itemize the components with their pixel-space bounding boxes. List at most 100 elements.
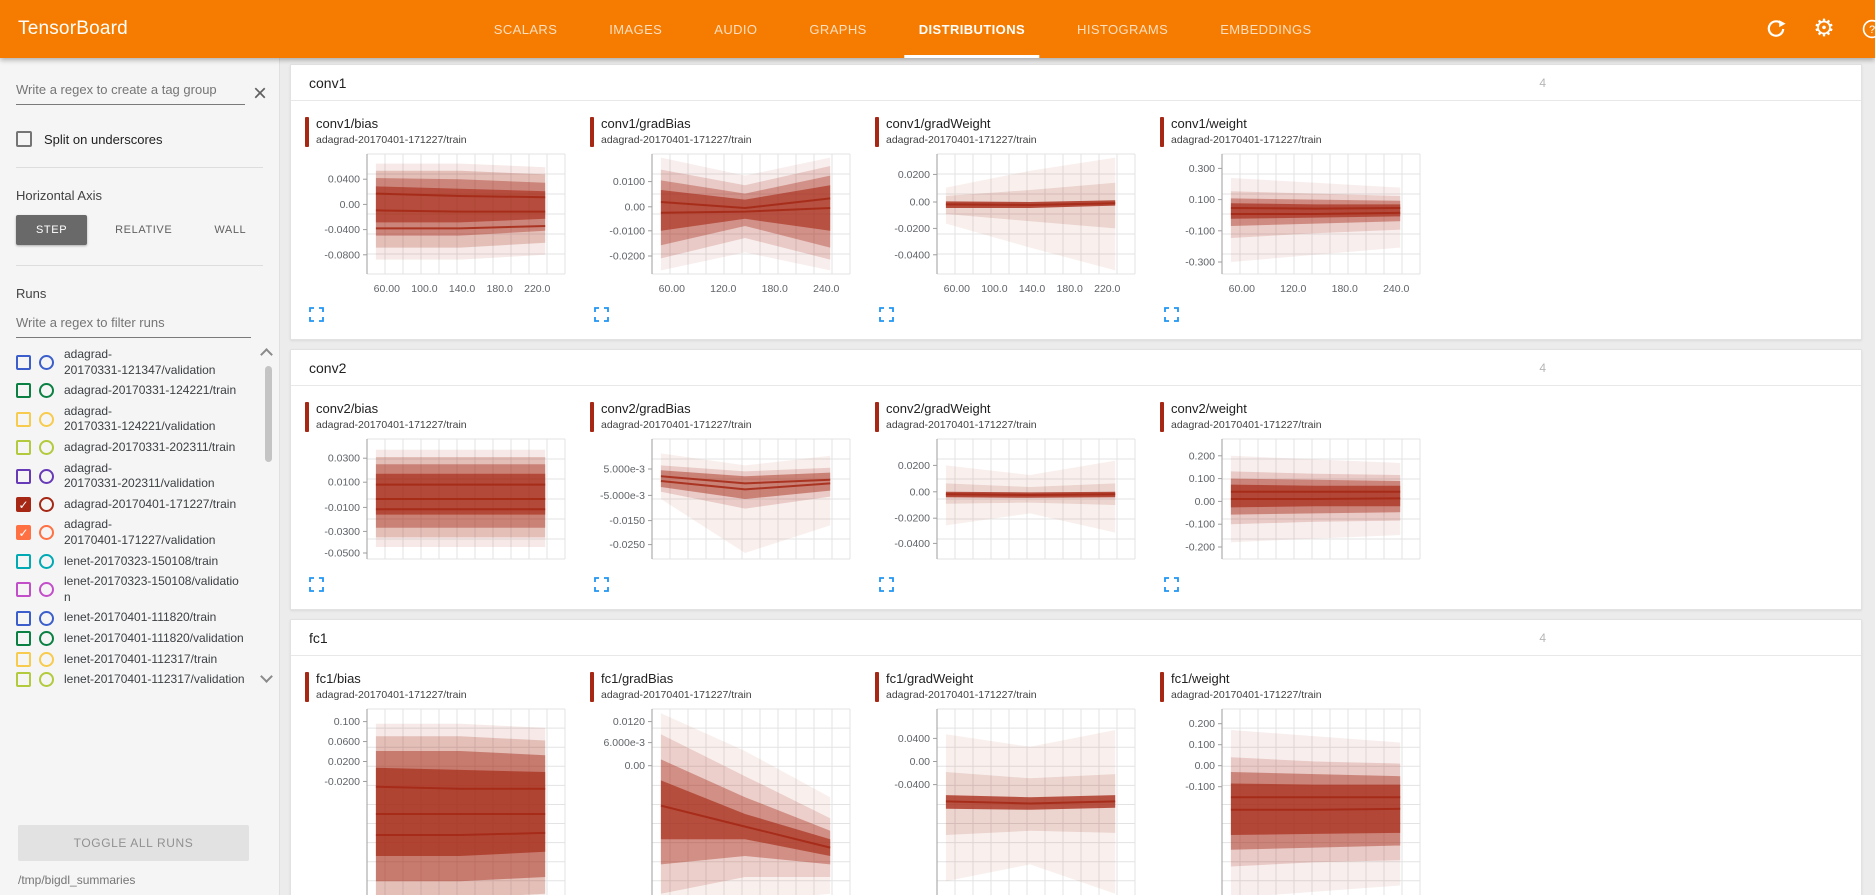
x-tick-label: 220.0 (524, 283, 550, 295)
chart-title-block: fc1/weightadagrad-20170401-171227/train (1160, 672, 1437, 702)
run-checkbox[interactable] (16, 672, 31, 687)
chart-title: conv2/bias (316, 402, 467, 417)
expand-chart-icon[interactable] (879, 307, 895, 323)
distribution-plot: 0.01206.000e-30.00 (590, 708, 856, 895)
chart-title: fc1/weight (1171, 672, 1322, 687)
expand-chart-icon[interactable] (309, 307, 325, 323)
svg-text:0.0200: 0.0200 (898, 460, 930, 472)
run-checkbox[interactable] (16, 440, 31, 455)
run-checkbox[interactable] (16, 554, 31, 569)
run-checkbox[interactable]: ✓ (16, 497, 31, 512)
run-checkbox[interactable] (16, 582, 31, 597)
charts-row: conv1/biasadagrad-20170401-171227/train0… (291, 101, 1861, 339)
section-chart-count: 4 (1539, 76, 1546, 90)
chart-run-subtitle: adagrad-20170401-171227/train (886, 419, 1037, 431)
run-item[interactable]: ✓adagrad-20170401-171227/train (16, 497, 245, 513)
run-checkbox[interactable] (16, 469, 31, 484)
svg-text:-0.0200: -0.0200 (894, 223, 930, 235)
section-header-conv1[interactable]: conv14 (291, 65, 1861, 101)
run-item[interactable]: lenet-20170323-150108/validation (16, 574, 245, 605)
tab-distributions[interactable]: DISTRIBUTIONS (893, 0, 1051, 58)
run-checkbox[interactable] (16, 383, 31, 398)
run-checkbox[interactable] (16, 611, 31, 626)
run-item[interactable]: ✓ adagrad-20170401-171227/validation (16, 517, 245, 548)
svg-text:-0.0400: -0.0400 (324, 224, 360, 236)
run-color-circle (39, 525, 54, 540)
section-header-conv2[interactable]: conv24 (291, 350, 1861, 386)
section-conv1: conv14conv1/biasadagrad-20170401-171227/… (290, 64, 1862, 340)
run-checkbox[interactable] (16, 412, 31, 427)
help-icon[interactable]: ? (1855, 12, 1875, 46)
svg-text:0.00: 0.00 (340, 199, 361, 211)
scroll-up-icon[interactable] (261, 346, 271, 356)
svg-text:-0.0400: -0.0400 (894, 249, 930, 261)
run-checkbox[interactable] (16, 652, 31, 667)
tab-audio[interactable]: AUDIO (688, 0, 783, 58)
run-item[interactable]: adagrad-20170331-202311/train (16, 440, 245, 456)
run-label: adagrad-20170401-171227/validation (64, 517, 215, 548)
chart-title-block: fc1/biasadagrad-20170401-171227/train (305, 672, 582, 702)
scroll-down-icon[interactable] (261, 672, 271, 682)
expand-chart-icon[interactable] (879, 577, 895, 593)
expand-chart-icon[interactable] (594, 307, 610, 323)
run-color-bar (305, 672, 309, 702)
log-directory-path: /tmp/bigdl_summaries (18, 873, 279, 887)
run-color-bar (875, 117, 879, 147)
axis-button-step[interactable]: STEP (16, 215, 87, 245)
section-header-fc1[interactable]: fc14 (291, 620, 1861, 656)
run-item[interactable]: lenet-20170323-150108/train (16, 554, 245, 570)
split-underscores-checkbox[interactable] (16, 131, 32, 147)
toggle-all-runs-button[interactable]: TOGGLE ALL RUNS (18, 825, 249, 861)
run-item[interactable]: lenet-20170401-111820/validation (16, 631, 245, 647)
run-item[interactable]: adagrad-20170331-121347/validation (16, 347, 245, 378)
x-tick-label: 180.0 (487, 283, 513, 295)
x-tick-label: 60.00 (659, 283, 685, 295)
tab-embeddings[interactable]: EMBEDDINGS (1194, 0, 1337, 58)
axis-button-relative[interactable]: RELATIVE (101, 215, 186, 245)
horizontal-axis-label: Horizontal Axis (16, 188, 279, 203)
svg-text:5.000e-3: 5.000e-3 (604, 464, 646, 476)
refresh-icon[interactable] (1759, 12, 1793, 46)
split-underscores-checkbox-row[interactable]: Split on underscores (16, 131, 279, 147)
svg-text:0.0400: 0.0400 (898, 733, 930, 745)
run-item[interactable]: adagrad-20170331-202311/validation (16, 461, 245, 492)
svg-text:0.0100: 0.0100 (613, 176, 645, 188)
chart-title-block: conv1/gradBiasadagrad-20170401-171227/tr… (590, 117, 867, 147)
run-checkbox[interactable] (16, 631, 31, 646)
settings-icon[interactable]: ⚙ (1807, 12, 1841, 46)
scrollbar-thumb[interactable] (265, 366, 272, 462)
expand-chart-icon[interactable] (1164, 307, 1180, 323)
expand-chart-icon[interactable] (594, 577, 610, 593)
runs-regex-input[interactable] (16, 309, 251, 338)
svg-text:0.300: 0.300 (1189, 163, 1215, 175)
run-color-circle (39, 554, 54, 569)
tab-images[interactable]: IMAGES (583, 0, 688, 58)
chart-card-conv1-gradBias: conv1/gradBiasadagrad-20170401-171227/tr… (582, 109, 867, 333)
distribution-plot: 0.1000.06000.0200-0.0200 (305, 708, 571, 895)
expand-chart-icon[interactable] (1164, 577, 1180, 593)
chart-run-subtitle: adagrad-20170401-171227/train (601, 134, 752, 146)
tab-graphs[interactable]: GRAPHS (783, 0, 892, 58)
run-label: adagrad-20170331-202311/validation (64, 461, 215, 492)
distribution-plot: 0.02000.00-0.0200-0.0400 (875, 438, 1141, 562)
close-icon[interactable]: × (245, 85, 271, 105)
tag-group-regex-input[interactable] (16, 76, 245, 105)
run-item[interactable]: adagrad-20170331-124221/train (16, 383, 245, 399)
run-color-circle (39, 355, 54, 370)
expand-chart-icon[interactable] (309, 577, 325, 593)
tab-histograms[interactable]: HISTOGRAMS (1051, 0, 1194, 58)
svg-text:0.00: 0.00 (910, 486, 931, 498)
run-color-bar (590, 117, 594, 147)
distribution-plot: 0.03000.0100-0.0100-0.0300-0.0500 (305, 438, 571, 562)
axis-button-wall[interactable]: WALL (200, 215, 260, 245)
svg-text:?: ? (1869, 24, 1875, 36)
runs-label: Runs (16, 286, 279, 301)
tab-scalars[interactable]: SCALARS (468, 0, 584, 58)
run-checkbox[interactable] (16, 355, 31, 370)
run-checkbox[interactable]: ✓ (16, 525, 31, 540)
run-item[interactable]: adagrad-20170331-124221/validation (16, 404, 245, 435)
chart-title: conv1/weight (1171, 117, 1322, 132)
run-item[interactable]: lenet-20170401-111820/train (16, 610, 245, 626)
run-item[interactable]: lenet-20170401-112317/train (16, 652, 245, 668)
run-item[interactable]: lenet-20170401-112317/validation (16, 672, 245, 688)
